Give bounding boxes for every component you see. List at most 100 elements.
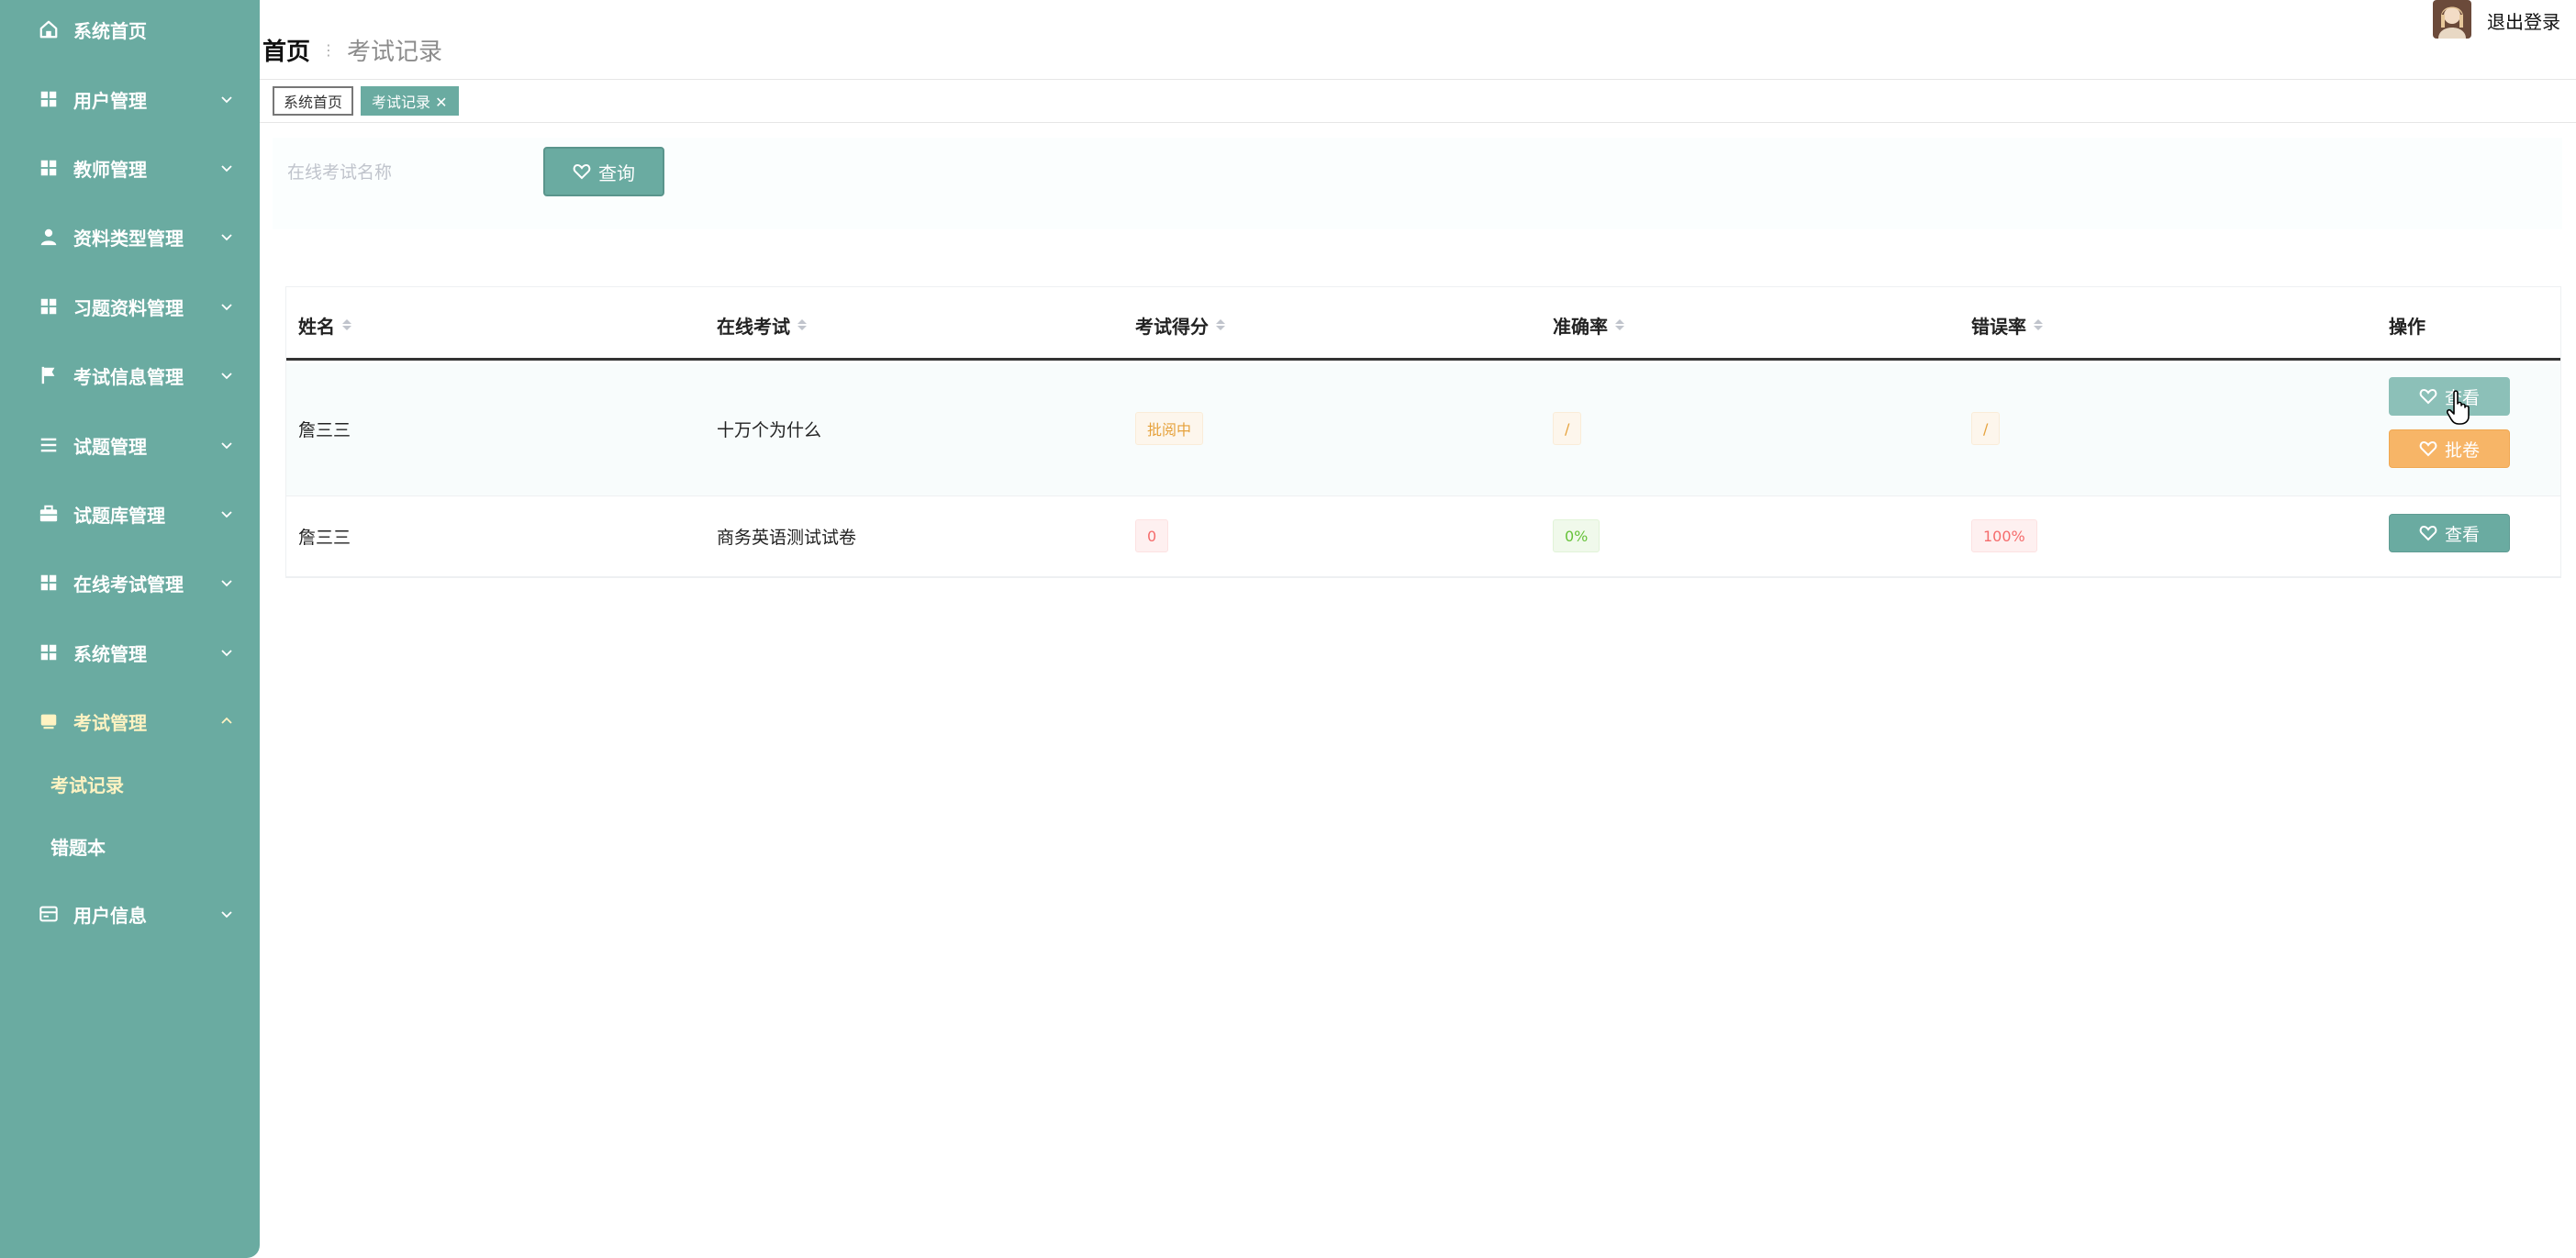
column-header-actions: 操作 <box>2389 311 2425 339</box>
chevron-down-icon <box>221 442 232 450</box>
chevron-down-icon <box>221 304 232 311</box>
column-header-label: 姓名 <box>298 315 335 338</box>
search-button[interactable]: 查询 <box>543 147 664 196</box>
heart-icon <box>2419 389 2437 405</box>
grid-icon <box>40 644 57 661</box>
header-divider <box>260 79 2576 80</box>
accuracy-badge: 0% <box>1553 519 1600 552</box>
chevron-down-icon <box>221 911 232 918</box>
sidebar: 系统首页 用户管理 教师管理 资料类型管理 习题资料管理 考试信息管理 试题管理… <box>0 0 260 1258</box>
menu-label: 用户信息 <box>73 904 147 927</box>
cell-name: 詹三三 <box>298 419 351 440</box>
search-input[interactable] <box>273 147 531 198</box>
submenu-label: 错题本 <box>50 836 106 859</box>
tab-exam-records[interactable]: 考试记录 ✕ <box>361 86 459 116</box>
menu-item-question-bank-management[interactable]: 试题库管理 <box>0 486 260 541</box>
menu-item-exam-management[interactable]: 考试管理 <box>0 694 260 749</box>
breadcrumb-home[interactable]: 首页 <box>262 33 310 67</box>
list-icon <box>40 438 57 452</box>
view-button[interactable]: 查看 <box>2389 514 2510 552</box>
sort-icon[interactable] <box>1216 319 1225 330</box>
sort-icon[interactable] <box>797 319 807 330</box>
chevron-down-icon <box>221 96 232 104</box>
menu-item-exercise-material-management[interactable]: 习题资料管理 <box>0 279 260 334</box>
logout-button[interactable]: 退出登录 <box>2487 6 2560 35</box>
chevron-down-icon <box>221 580 232 587</box>
chevron-down-icon <box>221 373 232 380</box>
home-icon <box>39 20 58 39</box>
menu-label: 系统管理 <box>73 642 147 665</box>
menu-item-exam-info-management[interactable]: 考试信息管理 <box>0 348 260 403</box>
menu-item-teacher-management[interactable]: 教师管理 <box>0 140 260 195</box>
sort-icon[interactable] <box>2034 319 2043 330</box>
menu-item-home[interactable]: 系统首页 <box>0 2 260 57</box>
heart-icon <box>2419 441 2437 457</box>
column-header-name[interactable]: 姓名 <box>298 311 351 339</box>
submenu-item-exam-records[interactable]: 考试记录 <box>50 765 124 802</box>
cell-name: 詹三三 <box>298 527 351 548</box>
menu-label: 考试信息管理 <box>73 365 184 388</box>
menu-item-question-management[interactable]: 试题管理 <box>0 417 260 473</box>
menu-label: 习题资料管理 <box>73 296 184 319</box>
column-header-label: 操作 <box>2389 315 2425 338</box>
hand-cursor-icon <box>2447 390 2470 425</box>
menu-item-user-management[interactable]: 用户管理 <box>0 72 260 127</box>
error-rate-badge: / <box>1971 412 2001 445</box>
sort-icon[interactable] <box>342 319 351 330</box>
column-header-online-exam[interactable]: 在线考试 <box>717 311 807 339</box>
tabs-divider <box>260 122 2576 123</box>
avatar[interactable] <box>2433 0 2471 39</box>
cell-online-exam: 十万个为什么 <box>717 419 822 440</box>
submenu-label: 考试记录 <box>50 774 124 796</box>
exam-records-table: 姓名 在线考试 考试得分 准确率 错误率 操作 詹三三 十万个为什么 批阅中 /… <box>285 286 2561 578</box>
error-rate-badge: 100% <box>1971 519 2037 552</box>
chevron-down-icon <box>221 234 232 241</box>
column-header-score[interactable]: 考试得分 <box>1135 311 1225 339</box>
menu-label: 教师管理 <box>73 158 147 181</box>
tab-system-home[interactable]: 系统首页 <box>273 86 354 116</box>
column-header-error-rate[interactable]: 错误率 <box>1971 311 2043 339</box>
chevron-up-icon <box>221 717 232 724</box>
table-header: 姓名 在线考试 考试得分 准确率 错误率 操作 <box>286 287 2560 361</box>
sort-icon[interactable] <box>1615 319 1624 330</box>
grid-icon <box>40 298 57 315</box>
accuracy-badge: / <box>1553 412 1582 445</box>
column-header-label: 在线考试 <box>717 315 790 338</box>
view-button-label: 查看 <box>2444 524 2480 545</box>
column-header-label: 错误率 <box>1971 315 2026 338</box>
submenu-item-wrong-question-book[interactable]: 错题本 <box>50 828 106 864</box>
menu-item-material-type-management[interactable]: 资料类型管理 <box>0 209 260 264</box>
grade-button[interactable]: 批卷 <box>2389 429 2510 468</box>
card-icon <box>39 906 58 922</box>
search-button-label: 查询 <box>598 161 635 184</box>
menu-label: 系统首页 <box>73 19 147 42</box>
grid-icon <box>40 160 57 176</box>
menu-label: 在线考试管理 <box>73 573 184 596</box>
chevron-down-icon <box>221 165 232 173</box>
column-header-accuracy[interactable]: 准确率 <box>1553 311 1624 339</box>
score-badge: 0 <box>1135 519 1169 552</box>
user-icon <box>40 228 57 246</box>
table-row: 詹三三 十万个为什么 批阅中 / / 查看 批卷 <box>286 363 2560 496</box>
grade-button-label: 批卷 <box>2444 440 2480 461</box>
cell-online-exam: 商务英语测试试卷 <box>717 527 857 548</box>
score-badge: 批阅中 <box>1135 412 1204 445</box>
grid-icon <box>40 574 57 591</box>
chevron-down-icon <box>221 511 232 518</box>
menu-item-system-management[interactable]: 系统管理 <box>0 625 260 680</box>
flag-icon <box>41 366 55 384</box>
menu-item-user-info[interactable]: 用户信息 <box>0 886 260 941</box>
breadcrumb: 首页 ⋮ 考试记录 <box>262 33 442 66</box>
menu-label: 用户管理 <box>73 89 147 112</box>
table-row: 詹三三 商务英语测试试卷 0 0% 100% 查看 <box>286 496 2560 577</box>
menu-item-online-exam-management[interactable]: 在线考试管理 <box>0 555 260 610</box>
column-header-label: 准确率 <box>1553 315 1608 338</box>
menu-label: 试题库管理 <box>73 504 165 527</box>
column-header-label: 考试得分 <box>1135 315 1209 338</box>
heart-icon <box>573 164 591 180</box>
briefcase-icon <box>39 505 58 522</box>
menu-label: 资料类型管理 <box>73 227 184 250</box>
breadcrumb-separator-icon: ⋮ <box>321 40 337 59</box>
menu-label: 考试管理 <box>73 711 147 734</box>
chevron-down-icon <box>221 650 232 657</box>
